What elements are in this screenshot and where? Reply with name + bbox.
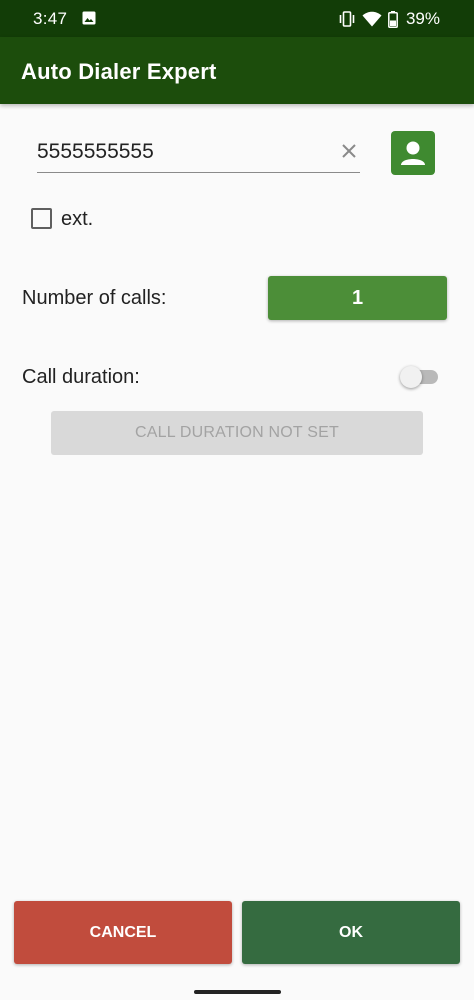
wifi-icon: [362, 11, 382, 27]
image-icon: [82, 11, 96, 25]
person-icon: [401, 141, 425, 165]
call-duration-button: CALL DURATION NOT SET: [51, 411, 423, 455]
app-title: Auto Dialer Expert: [21, 59, 217, 84]
ext-label: ext.: [61, 208, 94, 230]
status-icons: 39%: [338, 9, 440, 29]
number-of-calls-button[interactable]: 1: [268, 276, 447, 320]
contact-picker-button[interactable]: [391, 131, 435, 175]
cancel-button[interactable]: CANCEL: [14, 901, 232, 964]
number-of-calls-label: Number of calls:: [22, 287, 167, 309]
battery-percent: 39%: [405, 9, 440, 28]
phone-field: [37, 134, 360, 173]
gesture-bar[interactable]: [194, 990, 281, 994]
vibrate-icon: [339, 11, 355, 27]
app-bar: Auto Dialer Expert: [0, 37, 474, 104]
battery-icon: [388, 10, 398, 28]
ok-button[interactable]: OK: [242, 901, 460, 964]
status-bar: 3:47 39%: [0, 0, 474, 37]
phone-number-input[interactable]: [37, 140, 327, 164]
status-time: 3:47: [33, 9, 68, 28]
clear-icon[interactable]: [340, 142, 358, 160]
toggle-thumb: [400, 366, 422, 388]
call-duration-label: Call duration:: [22, 366, 140, 388]
ext-checkbox[interactable]: [31, 208, 52, 229]
call-duration-toggle[interactable]: [400, 366, 440, 388]
